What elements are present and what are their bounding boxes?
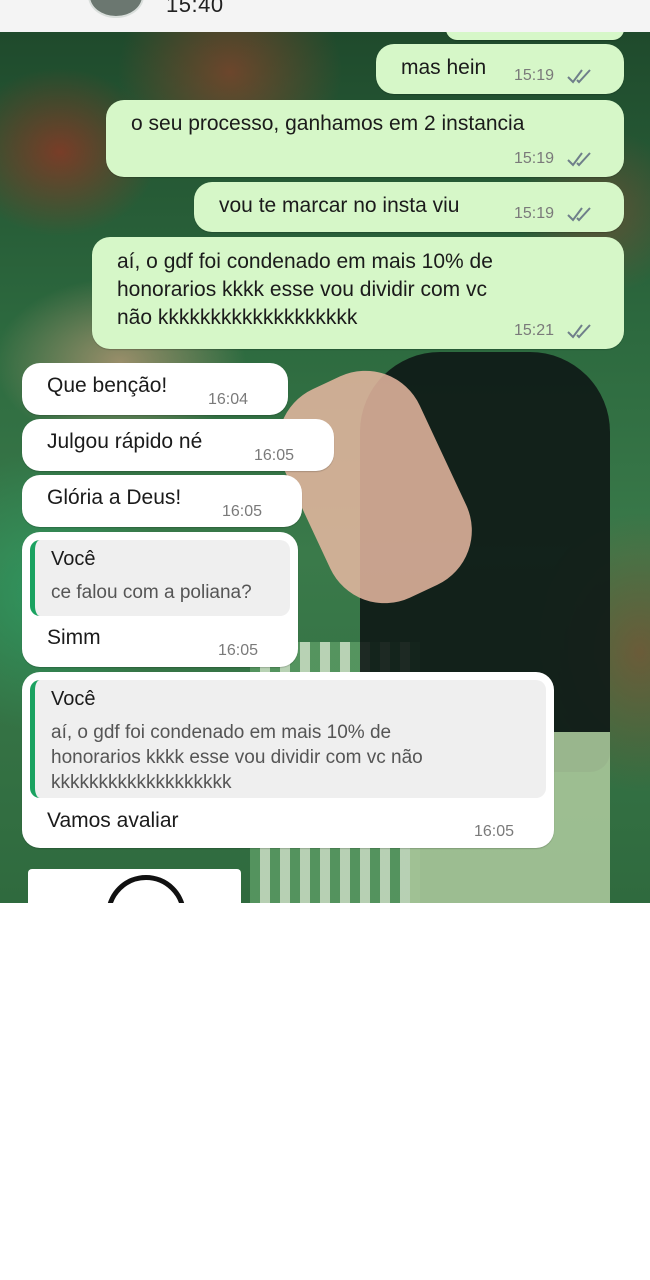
message-time: 16:05 [474, 823, 515, 840]
quoted-message[interactable]: Você ce falou com a poliana? [30, 540, 290, 616]
message-bubble-outgoing[interactable]: o seu processo, ganhamos em 2 instancia … [106, 100, 624, 177]
message-time: 16:05 [218, 642, 259, 659]
double-check-icon [567, 152, 591, 167]
message-time: 15:21 [514, 322, 555, 339]
message-time: 16:05 [254, 447, 295, 464]
quoted-line: honorarios kkkk esse vou dividir com vc … [51, 747, 423, 768]
message-text: Simm [47, 626, 101, 649]
message-text: Vamos avaliar [47, 809, 179, 832]
message-time: 15:19 [514, 150, 555, 167]
quoted-author: Você [51, 688, 96, 710]
message-text: Julgou rápido né [47, 430, 203, 453]
double-check-icon [567, 69, 591, 84]
message-time: 16:05 [222, 503, 263, 520]
header-time: 15:40 [166, 0, 224, 17]
message-bubble-incoming-reply[interactable]: Você ce falou com a poliana? Simm 16:05 [22, 532, 298, 667]
message-text: vou te marcar no insta viu [219, 194, 460, 217]
quoted-line: kkkkkkkkkkkkkkkkkkk [51, 772, 232, 793]
quoted-text: ce falou com a poliana? [51, 582, 252, 603]
image-placeholder-icon [106, 875, 186, 903]
double-check-icon [567, 207, 591, 222]
message-time: 15:19 [514, 205, 555, 222]
chat-header: 15:40 [0, 0, 650, 33]
message-bubble-incoming-reply[interactable]: Você aí, o gdf foi condenado em mais 10%… [22, 672, 554, 848]
quoted-line: aí, o gdf foi condenado em mais 10% de [51, 722, 392, 743]
double-check-icon [567, 324, 591, 339]
chat-screenshot: 15:40 mas hein 15:19 o seu processo, gan… [0, 0, 650, 903]
message-bubble-incoming[interactable]: Glória a Deus! 16:05 [22, 475, 302, 527]
avatar[interactable] [88, 0, 144, 18]
message-text: Glória a Deus! [47, 486, 182, 509]
media-message-partial[interactable] [28, 869, 241, 903]
message-text: mas hein [401, 56, 487, 79]
message-bubble-partial[interactable] [446, 32, 624, 40]
message-bubble-outgoing[interactable]: mas hein 15:19 [376, 44, 624, 94]
message-text: Que benção! [47, 374, 168, 397]
message-time: 15:19 [514, 67, 555, 84]
message-text: o seu processo, ganhamos em 2 instancia [131, 112, 525, 135]
quoted-message[interactable]: Você aí, o gdf foi condenado em mais 10%… [30, 680, 546, 798]
quoted-author: Você [51, 548, 96, 570]
message-line: honorarios kkkk esse vou dividir com vc [117, 278, 487, 301]
message-bubble-incoming[interactable]: Que benção! 16:04 [22, 363, 288, 415]
message-bubble-incoming[interactable]: Julgou rápido né 16:05 [22, 419, 334, 471]
message-bubble-outgoing[interactable]: vou te marcar no insta viu 15:19 [194, 182, 624, 232]
message-line: não kkkkkkkkkkkkkkkkkkk [117, 306, 358, 329]
message-line: aí, o gdf foi condenado em mais 10% de [117, 250, 493, 273]
message-bubble-outgoing[interactable]: aí, o gdf foi condenado em mais 10% de h… [92, 237, 624, 349]
message-time: 16:04 [208, 391, 249, 408]
chat-area[interactable]: mas hein 15:19 o seu processo, ganhamos … [0, 32, 650, 903]
